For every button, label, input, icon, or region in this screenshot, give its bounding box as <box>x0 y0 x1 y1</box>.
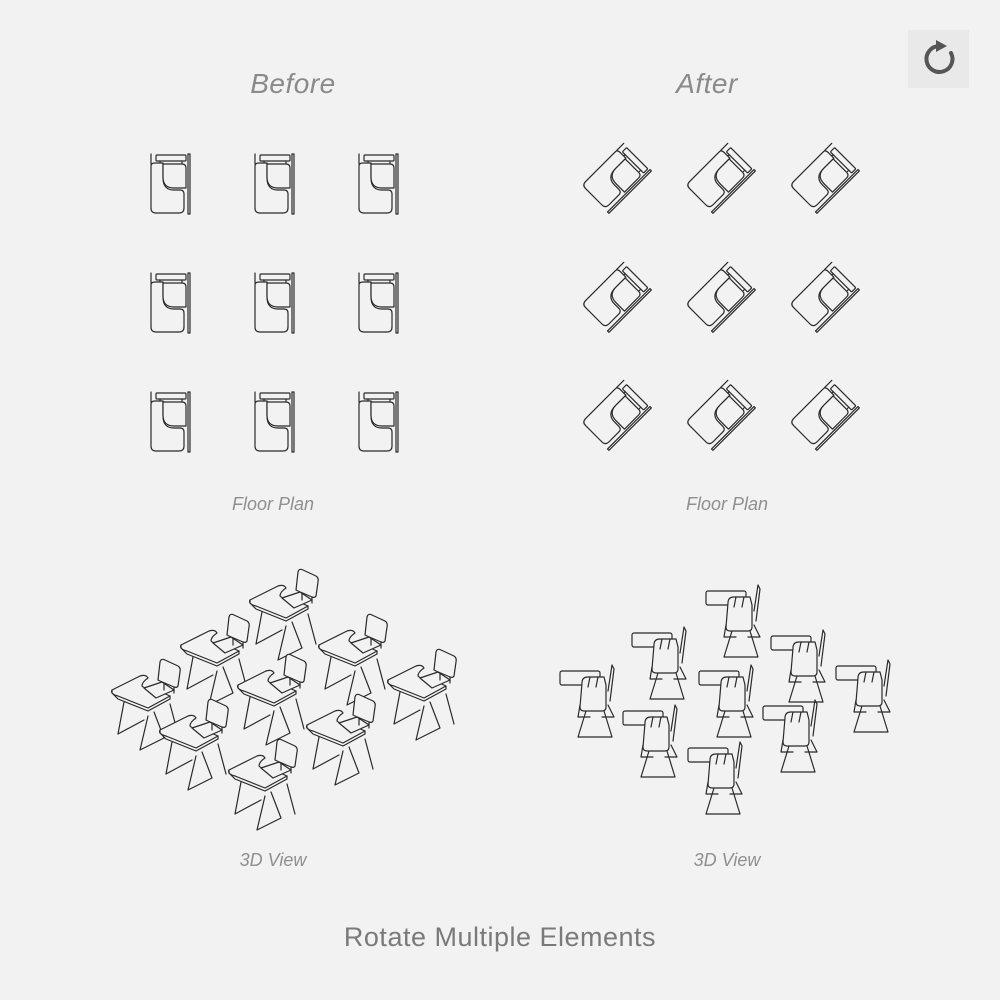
floor-plan-before <box>150 153 399 453</box>
chair-plan-after <box>583 142 652 214</box>
chair-3d-before <box>318 613 388 706</box>
chair-plan-after <box>583 379 652 451</box>
chair-3d-after <box>705 584 761 658</box>
chair-3d-before <box>249 568 319 661</box>
chair-plan-after <box>791 379 860 451</box>
chair-plan-before <box>150 272 191 334</box>
page-title: Rotate Multiple Elements <box>343 922 657 952</box>
chair-plan-before <box>150 153 191 215</box>
view-3d-before-label: 3D View <box>239 850 307 870</box>
chair-plan-after <box>687 142 756 214</box>
chair-3d-after <box>622 704 678 778</box>
view-3d-after <box>559 584 891 815</box>
chair-3d-before <box>237 653 307 746</box>
chair-plan-after <box>687 261 756 333</box>
view-3d-after-label: 3D View <box>693 850 761 870</box>
chair-plan-before <box>254 391 295 453</box>
chair-plan-before <box>150 391 191 453</box>
chair-3d-before <box>228 738 298 831</box>
chair-plan-after <box>687 379 756 451</box>
chair-3d-before <box>159 698 229 791</box>
chair-3d-before <box>306 693 376 786</box>
chair-plan-before <box>254 272 295 334</box>
chair-3d-after <box>762 699 818 773</box>
chair-3d-after <box>835 659 891 733</box>
floor-plan-after-label: Floor Plan <box>685 494 769 514</box>
chair-3d-before <box>387 648 457 741</box>
view-3d-before <box>111 568 457 831</box>
floor-plan-before-label: Floor Plan <box>231 494 315 514</box>
chair-3d-after <box>559 664 615 738</box>
floor-plan-after <box>583 142 860 451</box>
chair-3d-before <box>180 613 250 706</box>
chair-plan-after <box>583 261 652 333</box>
chair-3d-after <box>698 664 754 738</box>
chair-plan-before <box>254 153 295 215</box>
chair-plan-before <box>358 272 399 334</box>
chair-plan-before <box>358 153 399 215</box>
chair-plan-before <box>358 391 399 453</box>
chair-plan-after <box>791 142 860 214</box>
chair-3d-after <box>687 741 743 815</box>
chair-plan-after <box>791 261 860 333</box>
chair-3d-after <box>631 626 687 700</box>
chair-3d-after <box>770 629 826 703</box>
